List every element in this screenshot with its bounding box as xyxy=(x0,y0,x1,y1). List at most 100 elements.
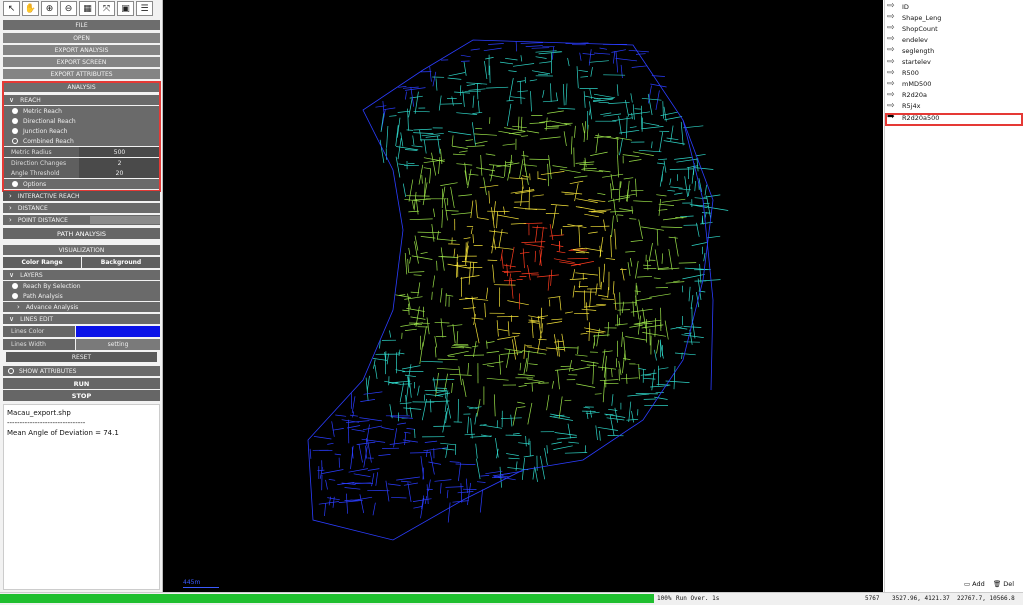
street-segment xyxy=(584,91,585,108)
attribute-item[interactable]: ⇨Shape_Leng xyxy=(887,12,941,23)
street-segment xyxy=(458,462,460,481)
street-segment xyxy=(391,497,406,498)
advance-analysis-item[interactable]: › Advance Analysis xyxy=(3,302,160,312)
chevron-down-icon: ∨ xyxy=(9,271,14,279)
street-segment xyxy=(472,318,484,319)
setting-button[interactable]: setting xyxy=(76,339,160,350)
street-segment xyxy=(375,365,377,379)
attribute-item[interactable]: ⇨mMD500 xyxy=(887,79,931,90)
open-button[interactable]: OPEN xyxy=(3,33,160,43)
delete-button[interactable]: 🗑Del xyxy=(993,580,1014,588)
street-segment xyxy=(383,101,384,114)
attribute-item[interactable]: ⇨endelev xyxy=(887,34,928,45)
street-segment xyxy=(435,322,450,323)
path-analysis-button[interactable]: PATH ANALYSIS xyxy=(3,228,160,239)
zoom-in-icon[interactable]: ⊕ xyxy=(41,1,58,16)
point-distance-section[interactable]: › POINT DISTANCE xyxy=(3,215,160,225)
lines-width-param: Lines Width setting xyxy=(3,339,160,350)
street-segment xyxy=(418,232,442,233)
layer-icon[interactable]: ▣ xyxy=(117,1,134,16)
street-segment xyxy=(522,273,539,274)
show-attributes-toggle[interactable]: SHOW ATTRIBUTES xyxy=(3,366,160,376)
street-segment xyxy=(412,256,433,260)
street-segment xyxy=(643,308,646,328)
attribute-item[interactable]: ⇨ShopCount xyxy=(887,23,938,34)
street-segment xyxy=(588,232,598,233)
street-segment xyxy=(551,319,562,320)
street-segment xyxy=(415,429,416,438)
street-segment xyxy=(436,78,437,90)
path-analysis-item[interactable]: Path Analysis xyxy=(3,291,160,301)
attribute-panel: ⇨ID⇨Shape_Leng⇨ShopCount⇨endelev⇨segleng… xyxy=(884,0,1023,592)
street-segment xyxy=(462,261,478,262)
street-segment xyxy=(506,454,519,456)
street-segment xyxy=(631,240,643,241)
street-segment xyxy=(633,104,634,119)
street-segment xyxy=(638,368,646,369)
street-segment xyxy=(452,146,468,149)
street-segment xyxy=(568,58,570,66)
attribute-item[interactable]: ⇨ID xyxy=(887,1,909,12)
distance-section[interactable]: › DISTANCE xyxy=(3,203,160,213)
export-analysis-button[interactable]: EXPORT ANALYSIS xyxy=(3,45,160,55)
list-icon[interactable]: ☰ xyxy=(136,1,153,16)
street-segment xyxy=(517,402,525,403)
visualization-header[interactable]: VISUALIZATION xyxy=(3,245,160,255)
street-segment xyxy=(512,126,527,128)
attribute-item[interactable]: ⇨R5j4x xyxy=(887,101,920,112)
street-segment xyxy=(578,346,579,354)
select-arrow-icon[interactable]: ↖ xyxy=(3,1,20,16)
export-screen-button[interactable]: EXPORT SCREEN xyxy=(3,57,160,67)
reach-by-selection-item[interactable]: Reach By Selection xyxy=(3,281,160,291)
attribute-item[interactable]: ⇨R500 xyxy=(887,68,919,79)
param-label: Lines Color xyxy=(3,326,75,337)
street-segment xyxy=(581,333,588,334)
grid-icon[interactable]: ▦ xyxy=(79,1,96,16)
layers-section[interactable]: ∨ LAYERS xyxy=(3,270,160,280)
street-segment xyxy=(548,164,549,186)
attribute-item[interactable]: ⇨R2d20a xyxy=(887,90,927,101)
attribute-item[interactable]: ⇨seglength xyxy=(887,45,934,56)
add-button[interactable]: ▭Add xyxy=(964,580,985,588)
street-segment xyxy=(506,350,509,368)
color-range-button[interactable]: Color Range xyxy=(3,257,81,268)
run-button[interactable]: RUN xyxy=(3,378,160,389)
street-segment xyxy=(600,48,608,49)
fit-extent-icon[interactable]: ⤧ xyxy=(98,1,115,16)
street-segment xyxy=(410,257,411,263)
section-label: POINT DISTANCE xyxy=(18,217,68,224)
street-segment xyxy=(597,193,605,194)
street-segment xyxy=(458,399,459,422)
highlight-box xyxy=(885,113,1023,126)
street-segment xyxy=(643,265,651,266)
lines-edit-section[interactable]: ∨ LINES EDIT xyxy=(3,314,160,324)
street-segment xyxy=(577,66,578,88)
street-segment xyxy=(600,237,603,258)
street-segment xyxy=(486,342,494,344)
lines-color-swatch[interactable] xyxy=(76,326,160,337)
file-button[interactable]: FILE xyxy=(3,20,160,30)
zoom-out-icon[interactable]: ⊖ xyxy=(60,1,77,16)
chevron-right-icon: › xyxy=(17,303,20,311)
street-segment xyxy=(424,168,431,169)
reset-button[interactable]: RESET xyxy=(6,352,157,362)
street-segment xyxy=(655,249,658,269)
street-segment xyxy=(681,122,683,145)
street-segment xyxy=(360,494,364,513)
attribute-label: ShopCount xyxy=(902,25,938,33)
street-segment xyxy=(446,295,453,296)
stop-button[interactable]: STOP xyxy=(3,390,160,401)
interactive-reach-section[interactable]: › INTERACTIVE REACH xyxy=(3,191,160,201)
hand-pan-icon[interactable]: ✋ xyxy=(22,1,39,16)
street-segment xyxy=(457,331,458,344)
street-segment xyxy=(448,132,471,135)
background-button[interactable]: Background xyxy=(82,257,160,268)
attribute-item[interactable]: ⇨startelev xyxy=(887,57,931,68)
street-segment xyxy=(548,275,549,291)
street-segment xyxy=(397,423,406,424)
map-canvas[interactable]: 445m xyxy=(163,0,883,592)
street-segment xyxy=(617,315,618,327)
street-segment xyxy=(597,329,600,347)
export-attributes-button[interactable]: EXPORT ATTRIBUTES xyxy=(3,69,160,79)
street-segment xyxy=(484,61,487,79)
